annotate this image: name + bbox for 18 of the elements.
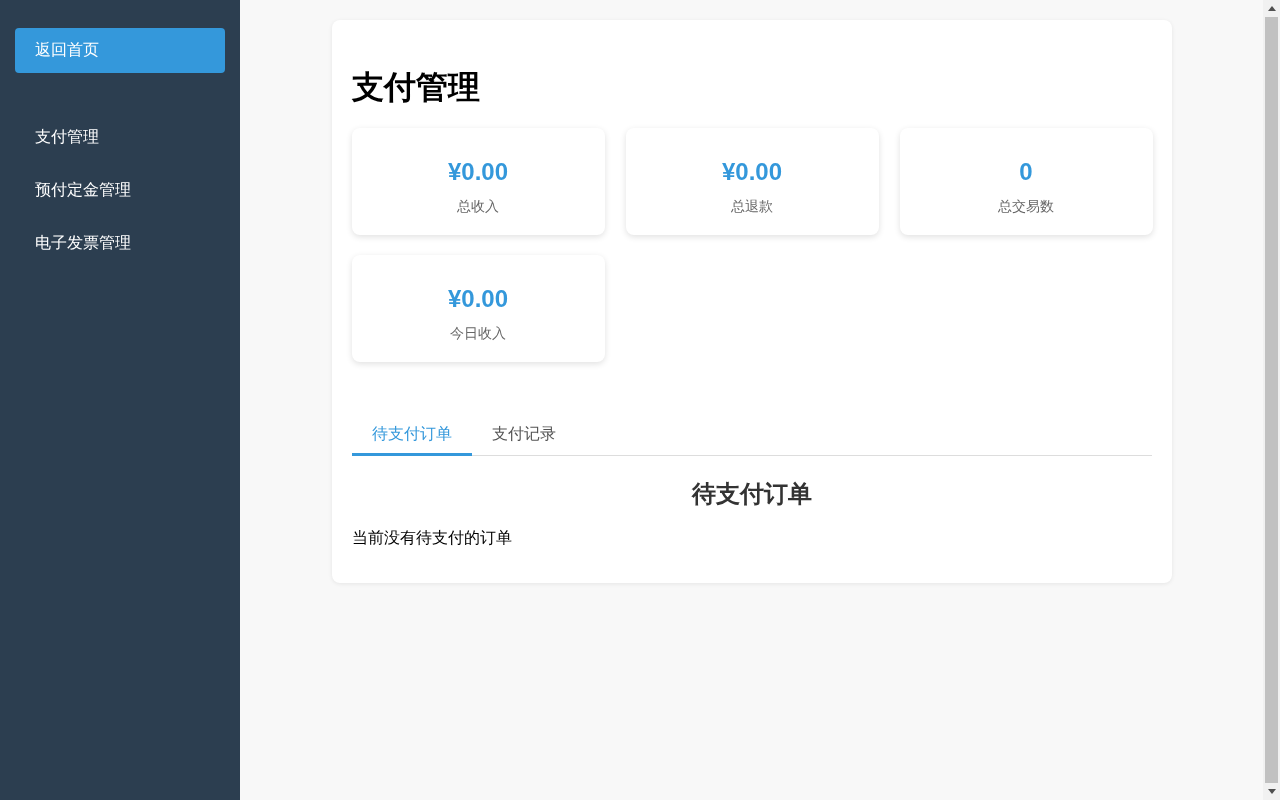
section-heading: 待支付订单 bbox=[691, 479, 812, 509]
empty-message: 当前没有待支付的订单 bbox=[351, 528, 513, 548]
stat-value: ¥0.00 bbox=[721, 158, 783, 186]
sidebar-item[interactable]: 支付管理 bbox=[35, 127, 99, 148]
stat-label: 总交易数 bbox=[998, 198, 1054, 216]
sidebar-item[interactable]: 电子发票管理 bbox=[35, 233, 131, 254]
page-title: 支付管理 bbox=[351, 68, 480, 107]
stat-label: 今日收入 bbox=[450, 325, 506, 343]
stat-value: ¥0.00 bbox=[447, 158, 509, 186]
stat-label: 总退款 bbox=[731, 198, 773, 216]
scrollbar-thumb[interactable] bbox=[1265, 17, 1278, 783]
scroll-down-icon[interactable] bbox=[1267, 789, 1276, 794]
stat-value: ¥0.00 bbox=[447, 285, 509, 313]
scroll-up-icon[interactable] bbox=[1267, 6, 1276, 11]
tab[interactable]: 支付记录 bbox=[471, 414, 576, 456]
stat-value: 0 bbox=[1019, 158, 1033, 186]
stat-label: 总收入 bbox=[457, 198, 499, 216]
sidebar-item[interactable]: 预付定金管理 bbox=[35, 180, 131, 201]
